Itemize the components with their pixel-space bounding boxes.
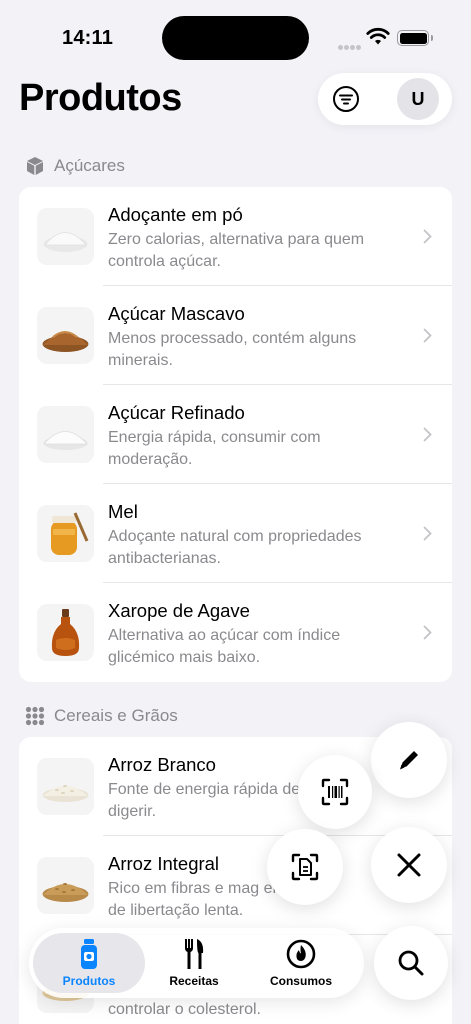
tab-produtos[interactable]: Produtos [33,933,145,993]
list-item[interactable]: Xarope de Agave Alternativa ao açúcar co… [19,583,452,682]
section-title: Açúcares [54,156,125,175]
product-description: Adoçante natural com propriedades antiba… [108,528,362,567]
edit-button[interactable] [371,722,447,798]
status-time: 14:11 [62,27,114,49]
product-name: Arroz Integral [108,853,220,874]
product-name: Adoçante em pó [108,204,243,225]
product-thumbnail [37,505,94,562]
grid-dots-icon [25,706,45,726]
pencil-icon [400,751,418,770]
section-header-acucares: Açúcares [25,156,125,176]
product-list-acucares: Adoçante em pó Zero calorias, alternativ… [19,187,452,682]
fork-knife-icon [183,938,205,969]
battery-icon [397,30,433,46]
close-icon [397,853,421,877]
document-scan-icon [291,853,319,881]
cellular-signal-icon [338,37,362,55]
list-item[interactable]: Açúcar Mascavo Menos processado, contém … [19,286,452,385]
tab-label: Produtos [62,973,116,988]
bottle-icon [80,938,98,969]
chevron-right-icon [423,625,432,640]
product-name: Açúcar Mascavo [108,303,245,324]
document-scan-button[interactable] [267,829,343,905]
tab-bar: Produtos Receitas Consumos [29,928,364,998]
chevron-right-icon [423,229,432,244]
wifi-icon [366,26,390,51]
close-button[interactable] [371,827,447,903]
flame-gauge-icon [286,939,316,969]
tab-receitas[interactable]: Receitas [138,933,250,993]
product-description: Menos processado, contém alguns minerais… [108,330,357,369]
filter-icon[interactable] [332,85,360,113]
barcode-scan-button[interactable] [298,755,372,829]
avatar[interactable]: U [397,78,439,120]
product-name: Xarope de Agave [108,600,250,621]
product-description: Zero calorias, alternativa para quem con… [108,231,365,270]
tab-label: Consumos [269,973,332,988]
product-thumbnail [37,604,94,661]
search-button[interactable] [374,926,448,1000]
tab-label: Receitas [169,973,219,988]
product-thumbnail [37,857,94,914]
product-thumbnail [37,758,94,815]
product-description: Energia rápida, consumir com moderação. [108,429,321,468]
section-title: Cereais e Grãos [54,706,178,725]
product-description: Fonte de energia rápida de digerir. [108,781,301,820]
header-actions: U [318,73,452,125]
dynamic-island [162,16,309,60]
search-icon [398,950,424,976]
product-name: Arroz Branco [108,754,216,775]
list-item[interactable]: Adoçante em pó Zero calorias, alternativ… [19,187,452,286]
list-item[interactable]: Açúcar Refinado Energia rápida, consumir… [19,385,452,484]
product-thumbnail [37,208,94,265]
product-name: Açúcar Refinado [108,402,245,423]
status-bar: 14:11 [0,0,471,70]
product-description: controlar o colesterol. [108,1001,261,1018]
product-description: Alternativa ao açúcar com índice glicémi… [108,627,341,666]
barcode-scan-icon [321,778,349,806]
product-thumbnail [37,307,94,364]
chevron-right-icon [423,427,432,442]
chevron-right-icon [423,328,432,343]
tab-consumos[interactable]: Consumos [245,933,357,993]
cube-icon [25,156,45,176]
product-thumbnail [37,406,94,463]
list-item[interactable]: Mel Adoçante natural com propriedades an… [19,484,452,583]
section-header-cereais: Cereais e Grãos [25,706,178,726]
product-name: Mel [108,501,138,522]
chevron-right-icon [423,526,432,541]
page-title: Produtos [19,77,182,119]
